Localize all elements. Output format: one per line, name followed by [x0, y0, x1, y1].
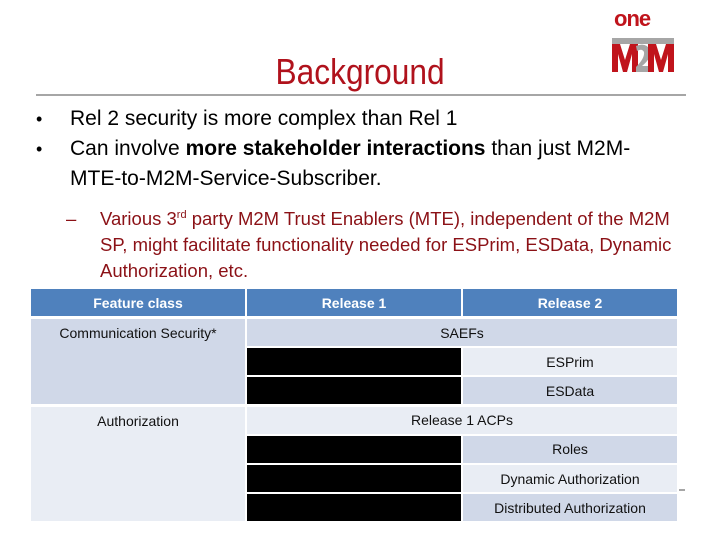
table-cell-release-1-redacted: [247, 494, 461, 522]
table-cell-release-2-text: Roles: [552, 441, 588, 458]
table-cell-feature-class-text: Communication Security*: [59, 325, 217, 341]
table-cell-release-2: Roles: [463, 435, 677, 463]
bullet-bold-run: more stakeholder interactions: [185, 137, 486, 160]
dash-icon: –: [66, 208, 77, 229]
bullet-text: Can involve more stakeholder interaction…: [70, 134, 670, 194]
table-cell-feature-class: Communication Security*: [31, 319, 245, 405]
table-header-feature-class: Feature class: [31, 289, 245, 316]
table-cell-spanning-text: Release 1 ACPs: [411, 412, 513, 429]
slide-marker: [679, 489, 685, 491]
table-cell-release-2-text: Dynamic Authorization: [500, 470, 640, 487]
sub-bullet: – Various 3rd party M2M Trust Enablers (…: [66, 206, 690, 284]
table-cell-spanning-text: SAEFs: [440, 324, 484, 341]
bullet-run: Can involve: [70, 137, 186, 160]
table-cell-release-1-redacted: [247, 377, 461, 405]
table-header-release-1-text: Release 1: [321, 294, 387, 311]
table-cell-release-1-redacted: [247, 465, 461, 492]
sub-bullet-text: Various 3rd party M2M Trust Enablers (MT…: [70, 206, 690, 284]
table-cell-release-2: Distributed Authorization: [463, 494, 677, 522]
table-header-release-1: Release 1: [247, 289, 461, 316]
table-cell-release-2: Dynamic Authorization: [463, 465, 677, 492]
table-header-feature-class-text: Feature class: [93, 294, 183, 311]
table-cell-release-2-text: Distributed Authorization: [494, 499, 646, 516]
bullet-dot-icon: •: [36, 139, 43, 159]
slide-title-text: Background: [275, 51, 445, 92]
superscript: rd: [176, 209, 187, 221]
bullet-run: Rel 2 security is more complex than Rel …: [70, 107, 458, 130]
table-cell-release-2-text: ESPrim: [546, 353, 594, 370]
bullet-item-1: • Rel 2 security is more complex than Re…: [30, 104, 710, 134]
table-header-release-2: Release 2: [463, 289, 677, 316]
sub-text-rest: party M2M Trust Enablers (MTE), independ…: [100, 208, 672, 281]
table-cell-release-1-redacted: [247, 435, 461, 463]
bullet-list: • Rel 2 security is more complex than Re…: [30, 104, 710, 194]
bullet-text: Rel 2 security is more complex than Rel …: [70, 104, 458, 134]
table-cell-spanning: Release 1 ACPs: [247, 406, 677, 434]
table-cell-release-2: ESData: [463, 377, 677, 405]
bullet-dot-icon: •: [36, 109, 43, 129]
table-cell-release-1-redacted: [247, 348, 461, 376]
table-cell-release-2: ESPrim: [463, 348, 677, 376]
logo-one-text: one: [614, 6, 651, 31]
table-cell-feature-class: Authorization: [31, 406, 245, 522]
title-underline: [36, 94, 686, 96]
sub-text-start: Various 3: [100, 208, 177, 229]
slide-title: Background: [0, 50, 720, 94]
table-cell-feature-class-text: Authorization: [97, 412, 179, 429]
table-header-release-2-text: Release 2: [537, 294, 603, 311]
bullet-item-2: • Can involve more stakeholder interacti…: [30, 134, 710, 194]
table-cell-release-2-text: ESData: [545, 382, 595, 399]
table-cell-spanning: SAEFs: [247, 319, 677, 346]
